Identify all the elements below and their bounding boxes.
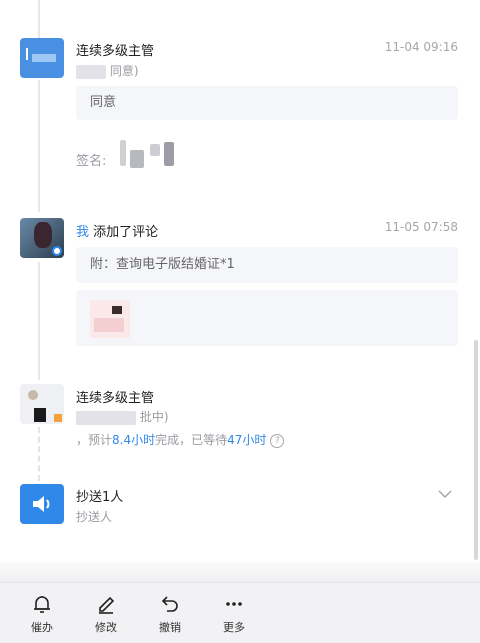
timeline-line bbox=[38, 0, 40, 40]
edit-button[interactable]: 修改 bbox=[84, 593, 128, 635]
avatar bbox=[20, 38, 64, 78]
actor-me-link[interactable]: 我 bbox=[76, 225, 89, 240]
estimate-mid: 完成，已等待 bbox=[155, 433, 228, 447]
edit-label: 修改 bbox=[95, 621, 117, 634]
approval-status: 批中) bbox=[76, 408, 169, 425]
speaker-icon bbox=[20, 484, 64, 524]
approver-role: 连续多级主管 bbox=[76, 44, 155, 59]
status-text: 批中) bbox=[139, 410, 169, 424]
comment-box: 同意 bbox=[76, 86, 458, 120]
scrollbar[interactable] bbox=[474, 340, 478, 560]
timeline-line bbox=[38, 80, 40, 212]
more-button[interactable]: 更多 bbox=[212, 593, 256, 635]
urge-button[interactable]: 催办 bbox=[20, 593, 64, 635]
cc-title: 抄送1人 bbox=[76, 490, 124, 505]
signature-label: 签名: bbox=[76, 154, 107, 169]
action-text: 添加了评论 bbox=[89, 225, 159, 240]
estimate-prefix: ，预计 bbox=[76, 433, 113, 447]
timeline-line-dashed bbox=[38, 427, 40, 481]
redacted-name bbox=[76, 410, 136, 425]
status-text: 同意) bbox=[109, 64, 139, 78]
timestamp: 11-05 07:58 bbox=[384, 220, 458, 234]
avatar bbox=[20, 384, 64, 424]
estimate-value: 8.4小时 bbox=[112, 433, 156, 447]
estimate-line: ，预计8.4小时完成，已等待47小时? bbox=[76, 431, 285, 448]
avatar bbox=[20, 218, 64, 258]
bell-icon bbox=[34, 596, 50, 613]
cc-subtitle: 抄送人 bbox=[76, 510, 113, 524]
revoke-button[interactable]: 撤销 bbox=[148, 593, 192, 635]
timeline-line bbox=[38, 262, 40, 380]
comment-text-box: 附：查询电子版结婚证*1 bbox=[76, 247, 458, 283]
approver-role: 连续多级主管 bbox=[76, 391, 155, 406]
approval-status: 同意) bbox=[76, 62, 139, 79]
more-label: 更多 bbox=[223, 621, 245, 634]
redacted-name bbox=[76, 64, 106, 79]
comment-header: 我 添加了评论 bbox=[76, 221, 158, 240]
timestamp: 11-04 09:16 bbox=[384, 40, 458, 54]
chevron-down-icon[interactable] bbox=[438, 489, 452, 499]
attachment-box bbox=[76, 290, 458, 346]
revoke-label: 撤销 bbox=[159, 621, 181, 634]
help-circle-icon[interactable]: ? bbox=[270, 433, 285, 448]
attachment-thumbnail[interactable] bbox=[90, 300, 130, 338]
waited-value: 47小时 bbox=[227, 433, 267, 447]
urge-label: 催办 bbox=[31, 621, 53, 634]
divider bbox=[0, 562, 480, 582]
pencil-icon bbox=[99, 596, 115, 614]
undo-icon bbox=[161, 596, 178, 612]
more-dots-icon bbox=[226, 602, 242, 606]
bottom-toolbar: 催办 修改 撤销 更多 bbox=[0, 582, 480, 643]
